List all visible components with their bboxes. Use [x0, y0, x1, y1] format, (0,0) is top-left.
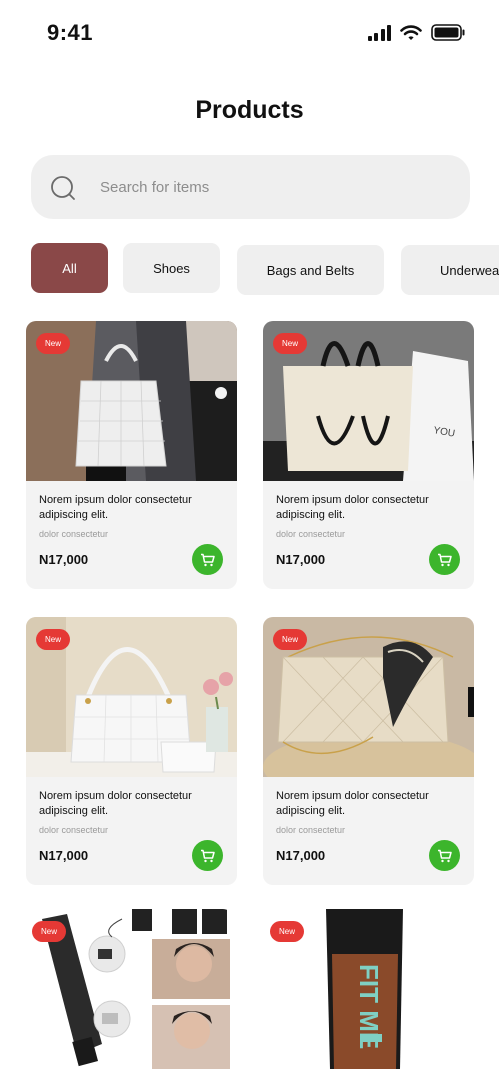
product-card[interactable]: New [22, 909, 233, 1080]
add-to-cart-button[interactable] [429, 544, 460, 575]
product-image: New [26, 617, 237, 777]
product-price: N17,000 [276, 552, 326, 567]
product-card[interactable]: YOU New Norem ipsum dolor consectetur ad… [263, 321, 474, 589]
product-image: New [22, 909, 233, 1069]
product-title: Norem ipsum dolor consectetur adipiscing… [276, 790, 429, 817]
new-badge: New [36, 629, 71, 650]
category-chip-all[interactable]: All [31, 243, 108, 293]
status-bar: 9:41 [0, 0, 499, 66]
product-card[interactable]: New Norem ipsum dolor consectetur adipis… [26, 321, 237, 589]
product-image: FIT ME New [260, 909, 471, 1069]
new-badge: New [273, 629, 308, 650]
product-card[interactable]: FIT ME New [260, 909, 471, 1080]
add-to-cart-button[interactable] [192, 840, 223, 871]
add-to-cart-button[interactable] [192, 544, 223, 575]
category-chip-bags-and-belts[interactable]: Bags and Belts [237, 245, 384, 295]
status-icons [367, 24, 466, 41]
search-icon [51, 176, 75, 200]
wifi-icon [400, 24, 422, 40]
product-price: N17,000 [276, 848, 326, 863]
product-image: YOU New [263, 321, 474, 481]
search-input[interactable] [100, 175, 440, 199]
product-title: Norem ipsum dolor consectetur adipiscing… [39, 494, 192, 521]
product-subtitle: dolor consectetur [276, 825, 346, 835]
product-grid: New Norem ipsum dolor consectetur adipis… [0, 320, 499, 1080]
new-badge: New [270, 921, 305, 942]
product-card[interactable]: New Norem ipsum dolor consectetur adipis… [263, 617, 474, 885]
cart-icon [201, 849, 215, 862]
product-image: New [263, 617, 474, 777]
product-price: N17,000 [39, 552, 89, 567]
product-title: Norem ipsum dolor consectetur adipiscing… [276, 494, 429, 521]
new-badge: New [273, 333, 308, 354]
product-subtitle: dolor consectetur [39, 529, 109, 539]
new-badge: New [32, 921, 67, 942]
cart-icon [438, 849, 452, 862]
product-card[interactable]: New Norem ipsum dolor consectetur adipis… [26, 617, 237, 885]
product-title: Norem ipsum dolor consectetur adipiscing… [39, 790, 192, 817]
cart-icon [438, 553, 452, 566]
signal-icon [367, 24, 391, 41]
category-tabs: All Shoes Bags and Belts Underwear [0, 243, 499, 295]
category-chip-underwear[interactable]: Underwear [401, 245, 499, 295]
product-price: N17,000 [39, 848, 89, 863]
category-chip-shoes[interactable]: Shoes [123, 243, 220, 293]
cart-icon [201, 553, 215, 566]
status-time: 9:41 [47, 20, 94, 45]
add-to-cart-button[interactable] [429, 840, 460, 871]
product-subtitle: dolor consectetur [39, 825, 109, 835]
page-title: Products [195, 96, 304, 124]
product-image: New [26, 321, 237, 481]
battery-icon [431, 24, 465, 41]
product-subtitle: dolor consectetur [276, 529, 346, 539]
new-badge: New [36, 333, 71, 354]
